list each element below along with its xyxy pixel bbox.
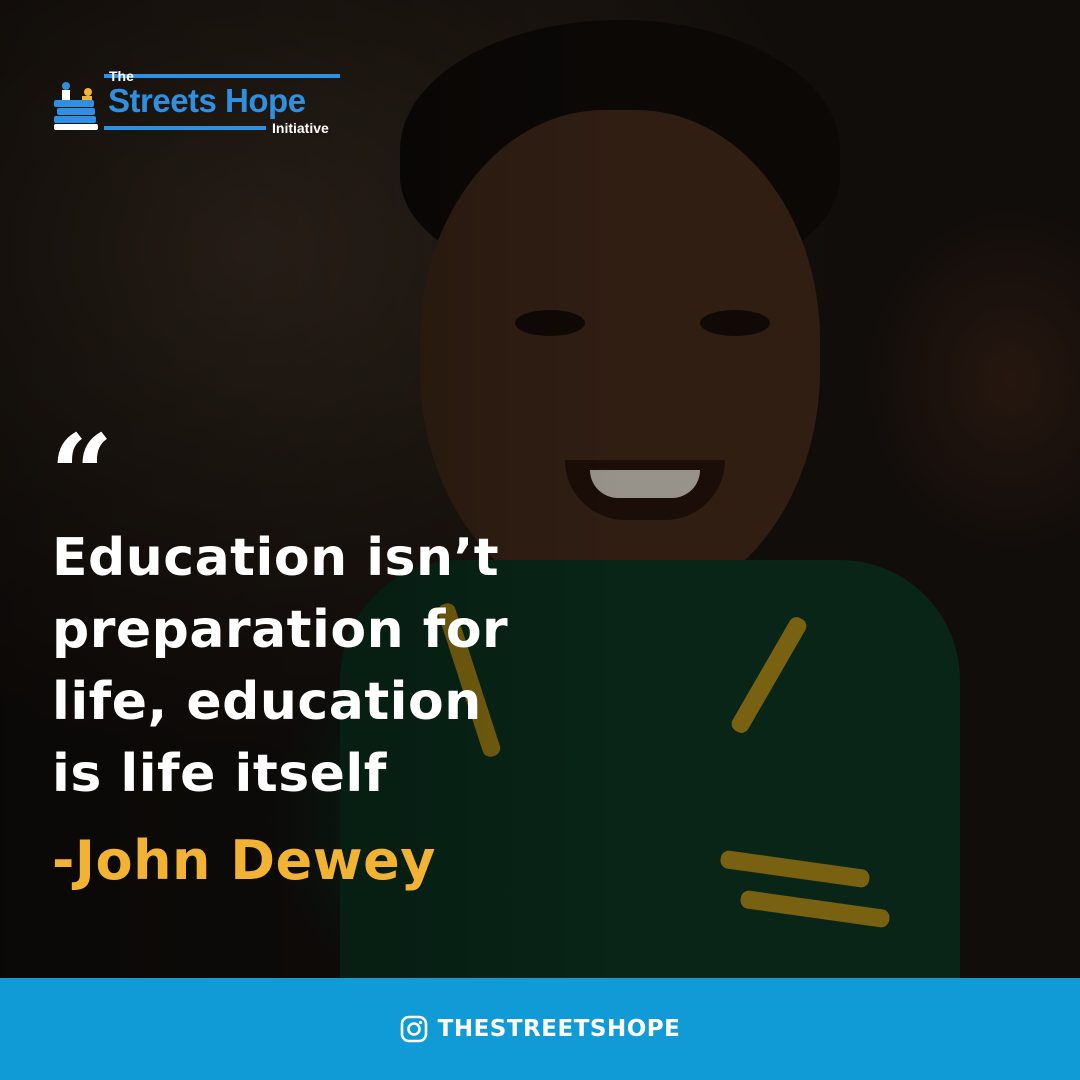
logo-rule-bottom [104,126,266,130]
streets-hope-logo: The Streets Hope Initiative [52,68,352,138]
logo-initiative-text: Initiative [272,120,329,136]
quote-line: Education isn’t [52,528,500,588]
quote-text: Education isn’t preparation for life, ed… [52,522,572,810]
quote-author: -John Dewey [52,829,436,892]
footer-bar: THESTREETSHOPE [0,978,1080,1080]
quote-line: is life itself [52,744,387,804]
books-logo-icon [54,82,98,130]
instagram-handle[interactable]: THESTREETSHOPE [438,1016,681,1042]
logo-rule-top [104,74,340,78]
quote-line: preparation for [52,600,509,660]
instagram-icon[interactable] [400,1015,428,1043]
logo-name-text: Streets Hope [108,82,306,119]
quote-mark-icon: “ [50,410,114,539]
quote-line: life, education [52,672,482,732]
